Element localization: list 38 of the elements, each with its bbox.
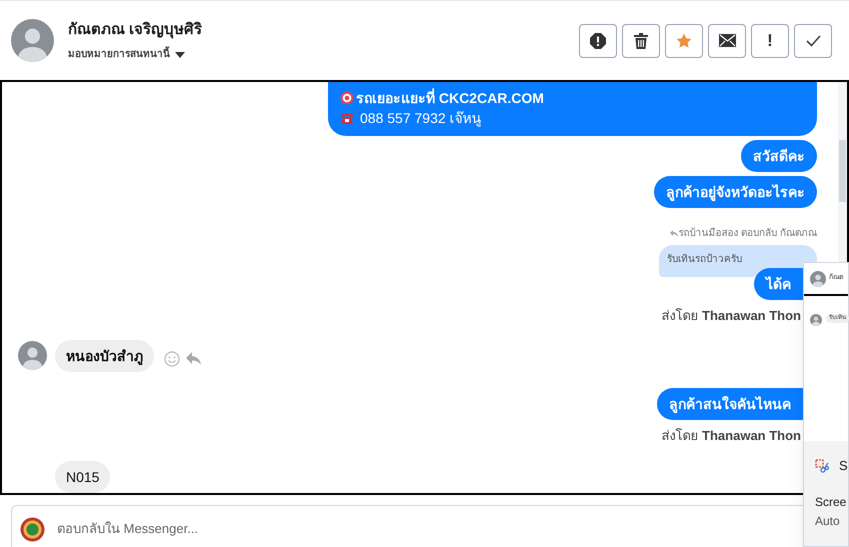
message-bubble: ได้ค: [754, 268, 803, 300]
assign-conversation-dropdown[interactable]: มอบหมายการสนทนานี้: [68, 47, 579, 62]
message-bubble: ลูกค้าอยู่จังหวัดอะไรคะ: [654, 176, 817, 208]
avatar: [18, 341, 47, 370]
alert-icon: [590, 32, 606, 48]
star-button[interactable]: [665, 24, 703, 58]
telephone-icon: [340, 112, 354, 124]
alert-button[interactable]: [579, 24, 617, 58]
reply-icon: [670, 230, 678, 237]
envelope-icon: [718, 34, 736, 47]
avatar: [810, 314, 822, 326]
star-icon: [676, 32, 692, 48]
avatar: [11, 19, 54, 62]
reply-label: รถบ้านมือสอง ตอบกลับ กัณตภณ: [678, 226, 817, 241]
mail-button[interactable]: [708, 24, 746, 58]
scissors-icon: [815, 458, 829, 473]
check-icon: [806, 34, 820, 46]
message-bubble: สวัสดีคะ: [741, 140, 817, 172]
message-text: 088 557 7932 เจ๊หนู: [360, 109, 482, 128]
message-text: รถเยอะแยะที่ CKC2CAR.COM: [356, 88, 544, 108]
avatar: [810, 270, 826, 286]
app-name: S: [839, 457, 848, 475]
sender-note: ส่งโดย Thanawan Thon: [661, 426, 801, 444]
reply-field[interactable]: ตอบกลับใน Messenger...: [57, 519, 557, 539]
notification-text: Auto: [815, 512, 841, 530]
sender-note: ส่งโดย Thanawan Thon: [661, 307, 801, 325]
trash-icon: [634, 32, 648, 48]
notification-text: Scree: [815, 494, 848, 510]
exclaim-button[interactable]: !: [751, 24, 789, 58]
message-bubble: N015: [55, 461, 110, 493]
caret-icon: [175, 52, 185, 58]
target-icon: [340, 91, 354, 105]
message-bubble: หนองบัวสำภู: [55, 340, 154, 372]
page-logo-icon: [20, 516, 45, 542]
check-button[interactable]: [794, 24, 832, 58]
contact-name: กัณตภณ เจริญบุษศิริ: [68, 20, 204, 40]
trash-button[interactable]: [622, 24, 660, 58]
message-bubble: ลูกค้าสนใจคันไหนค: [657, 388, 803, 420]
